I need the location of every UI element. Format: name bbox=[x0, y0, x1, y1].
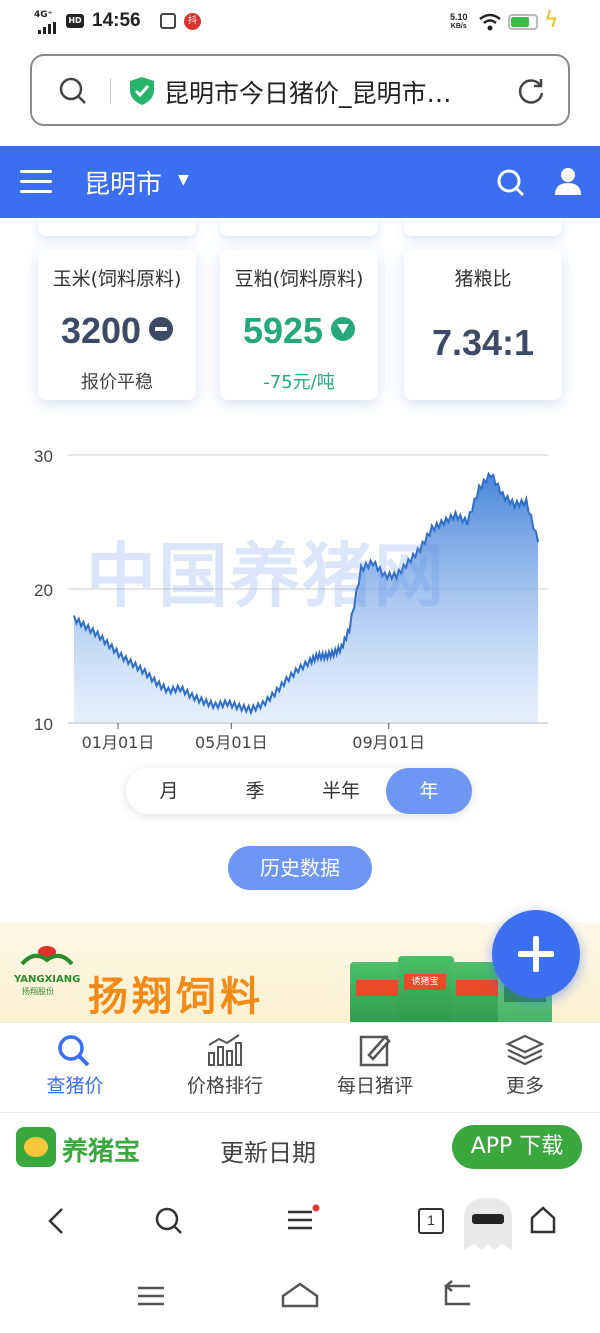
card-value: 7.34:1 bbox=[431, 322, 535, 363]
tabs-count-button[interactable]: 1 bbox=[418, 1208, 444, 1234]
add-button[interactable] bbox=[492, 910, 580, 998]
status-bar: 4G⁺ HD 14:56 抖 5.10 KB/s ϟ bbox=[0, 0, 600, 44]
bottom-tab-bar: 查猪价 价格排行 每日猪评 更多 bbox=[0, 1022, 600, 1110]
tab-more[interactable]: 更多 bbox=[450, 1033, 600, 1098]
app-banner: 养猪宝 更新日期 APP 下载 bbox=[0, 1112, 600, 1184]
home-icon[interactable] bbox=[528, 1204, 558, 1236]
magnifier-icon bbox=[58, 1035, 90, 1067]
card-name: 豆粕(饲料原料) bbox=[234, 268, 364, 290]
card-value: 5925 bbox=[220, 310, 378, 352]
signal-icon: 4G⁺ bbox=[34, 10, 53, 20]
system-home-icon[interactable] bbox=[280, 1280, 320, 1310]
feed-bag-image bbox=[350, 962, 404, 1022]
douyin-notification-icon: 抖 bbox=[184, 13, 201, 30]
period-quarter[interactable]: 季 bbox=[212, 768, 298, 814]
card-name: 玉米(饲料原料) bbox=[52, 268, 182, 290]
period-half-year[interactable]: 半年 bbox=[298, 768, 384, 814]
app-notification-icon bbox=[160, 13, 176, 29]
chevron-down-icon[interactable]: ▼ bbox=[178, 172, 189, 188]
reload-icon[interactable] bbox=[516, 76, 546, 106]
wifi-icon bbox=[479, 13, 501, 31]
y-tick-label: 20 bbox=[34, 581, 53, 600]
hd-icon: HD bbox=[66, 14, 84, 28]
app-download-button[interactable]: APP 下载 bbox=[452, 1125, 582, 1169]
system-nav-bar bbox=[0, 1258, 600, 1333]
x-tick-label: 05月01日 bbox=[195, 733, 268, 752]
battery-icon bbox=[508, 14, 538, 30]
divider bbox=[110, 78, 111, 104]
edit-note-icon bbox=[359, 1035, 391, 1067]
search-icon[interactable] bbox=[58, 76, 88, 106]
y-tick-label: 10 bbox=[34, 715, 53, 734]
tab-price-ranking[interactable]: 价格排行 bbox=[150, 1033, 300, 1098]
card-sub: 报价平稳 bbox=[81, 372, 153, 393]
card-peek bbox=[404, 218, 562, 236]
pig-grain-ratio-card[interactable]: 猪粮比 7.34:1 bbox=[404, 250, 562, 400]
card-sub: -75元/吨 bbox=[263, 372, 335, 393]
ad-brand: 扬翔饲料 bbox=[88, 974, 264, 1020]
update-date-label: 更新日期 bbox=[220, 1139, 316, 1167]
signal-bars-icon bbox=[38, 22, 56, 34]
search-icon[interactable] bbox=[154, 1206, 184, 1236]
card-value: 3200 bbox=[38, 310, 196, 352]
logo-sub: 扬翔股份 bbox=[22, 987, 54, 996]
site-header: 昆明市 ▼ bbox=[0, 146, 600, 218]
browser-toolbar: 1 bbox=[0, 1184, 600, 1258]
menu-icon[interactable] bbox=[286, 1204, 320, 1236]
history-data-button[interactable]: 历史数据 bbox=[228, 846, 372, 890]
system-back-icon[interactable] bbox=[440, 1280, 474, 1310]
period-year[interactable]: 年 bbox=[386, 768, 472, 814]
x-tick-label: 01月01日 bbox=[82, 733, 155, 752]
card-peek bbox=[38, 218, 196, 236]
layers-icon bbox=[505, 1034, 545, 1066]
x-tick-label: 09月01日 bbox=[352, 733, 425, 752]
period-selector: 月 季 半年 年 bbox=[126, 768, 472, 814]
yangxiang-logo bbox=[20, 946, 74, 966]
app-name: 养猪宝 bbox=[62, 1137, 141, 1167]
back-icon[interactable] bbox=[44, 1206, 68, 1236]
address-bar[interactable]: 昆明市今日猪价_昆明市… bbox=[30, 54, 570, 126]
logo-text: YANGXIANG bbox=[14, 974, 81, 985]
price-card-soymeal[interactable]: 豆粕(饲料原料) 5925 -75元/吨 bbox=[220, 250, 378, 400]
card-name: 猪粮比 bbox=[454, 268, 512, 290]
user-icon[interactable] bbox=[554, 166, 582, 196]
down-arrow-icon bbox=[331, 317, 356, 342]
city-selector[interactable]: 昆明市 bbox=[84, 164, 162, 201]
net-speed: 5.10 KB/s bbox=[450, 12, 468, 30]
tab-daily-review[interactable]: 每日猪评 bbox=[300, 1033, 450, 1098]
status-time: 14:56 bbox=[92, 10, 141, 31]
period-month[interactable]: 月 bbox=[126, 768, 212, 814]
tab-check-price[interactable]: 查猪价 bbox=[0, 1033, 150, 1098]
page-title[interactable]: 昆明市今日猪价_昆明市… bbox=[164, 74, 452, 110]
recent-apps-icon[interactable] bbox=[136, 1284, 166, 1308]
search-icon[interactable] bbox=[496, 168, 526, 198]
charging-icon: ϟ bbox=[544, 8, 559, 33]
feed-bag-image: 诱猪宝 bbox=[398, 956, 454, 1022]
app-logo-icon bbox=[16, 1127, 56, 1167]
menu-icon[interactable] bbox=[20, 170, 52, 194]
bar-trend-icon bbox=[208, 1034, 242, 1066]
mascot-icon bbox=[464, 1198, 512, 1250]
y-tick-label: 30 bbox=[34, 447, 53, 466]
flat-icon bbox=[149, 317, 174, 342]
card-peek bbox=[220, 218, 378, 236]
chart-watermark: 中国养猪网 bbox=[86, 535, 446, 617]
price-card-corn[interactable]: 玉米(饲料原料) 3200 报价平稳 bbox=[38, 250, 196, 400]
secure-shield-icon bbox=[130, 77, 154, 105]
